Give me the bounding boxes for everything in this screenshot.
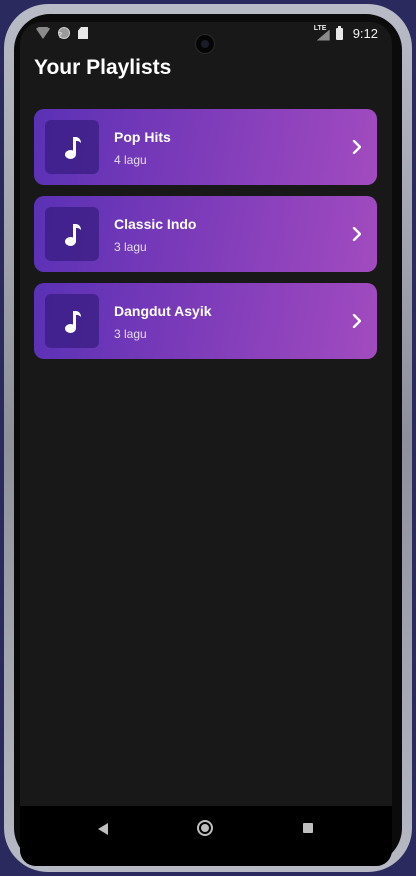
navigation-bar: [20, 806, 392, 866]
page-title: Your Playlists: [34, 56, 172, 79]
battery-icon: [335, 25, 343, 40]
playlist-card[interactable]: Classic Indo 3 lagu: [34, 196, 377, 272]
recents-icon[interactable]: [303, 823, 313, 833]
app-screen: ? LTE 9:12 Your Playlists Pop Hits 4 lag…: [20, 22, 392, 866]
playlist-count: 4 lagu: [114, 153, 147, 167]
playlist-card[interactable]: Pop Hits 4 lagu: [34, 109, 377, 185]
home-icon[interactable]: [197, 820, 213, 836]
playlist-card[interactable]: Dangdut Asyik 3 lagu: [34, 283, 377, 359]
playlist-count: 3 lagu: [114, 240, 147, 254]
chevron-right-icon: [352, 227, 361, 241]
playlist-name: Classic Indo: [114, 216, 197, 232]
status-left: ?: [36, 27, 88, 40]
playlist-name: Pop Hits: [114, 129, 171, 145]
music-note-icon: [65, 224, 81, 246]
music-note-icon: [65, 137, 81, 159]
chevron-right-icon: [352, 140, 361, 154]
status-right: LTE 9:12: [313, 24, 378, 42]
playlist-thumbnail: [45, 207, 99, 261]
playlist-name: Dangdut Asyik: [114, 303, 212, 319]
chevron-right-icon: [352, 314, 361, 328]
playlist-list: Pop Hits 4 lagu Classic Indo 3 lagu Dang…: [34, 109, 377, 370]
wifi-icon: [36, 27, 50, 39]
playlist-thumbnail: [45, 120, 99, 174]
signal-icon: LTE: [313, 24, 330, 41]
music-note-icon: [65, 311, 81, 333]
playlist-thumbnail: [45, 294, 99, 348]
status-time: 9:12: [352, 26, 378, 41]
playlist-count: 3 lagu: [114, 327, 147, 341]
sd-card-icon: [78, 27, 88, 39]
back-icon[interactable]: [98, 823, 108, 835]
wifi-badge: ?: [58, 31, 63, 40]
network-label: LTE: [313, 24, 327, 32]
front-camera: [195, 34, 215, 54]
